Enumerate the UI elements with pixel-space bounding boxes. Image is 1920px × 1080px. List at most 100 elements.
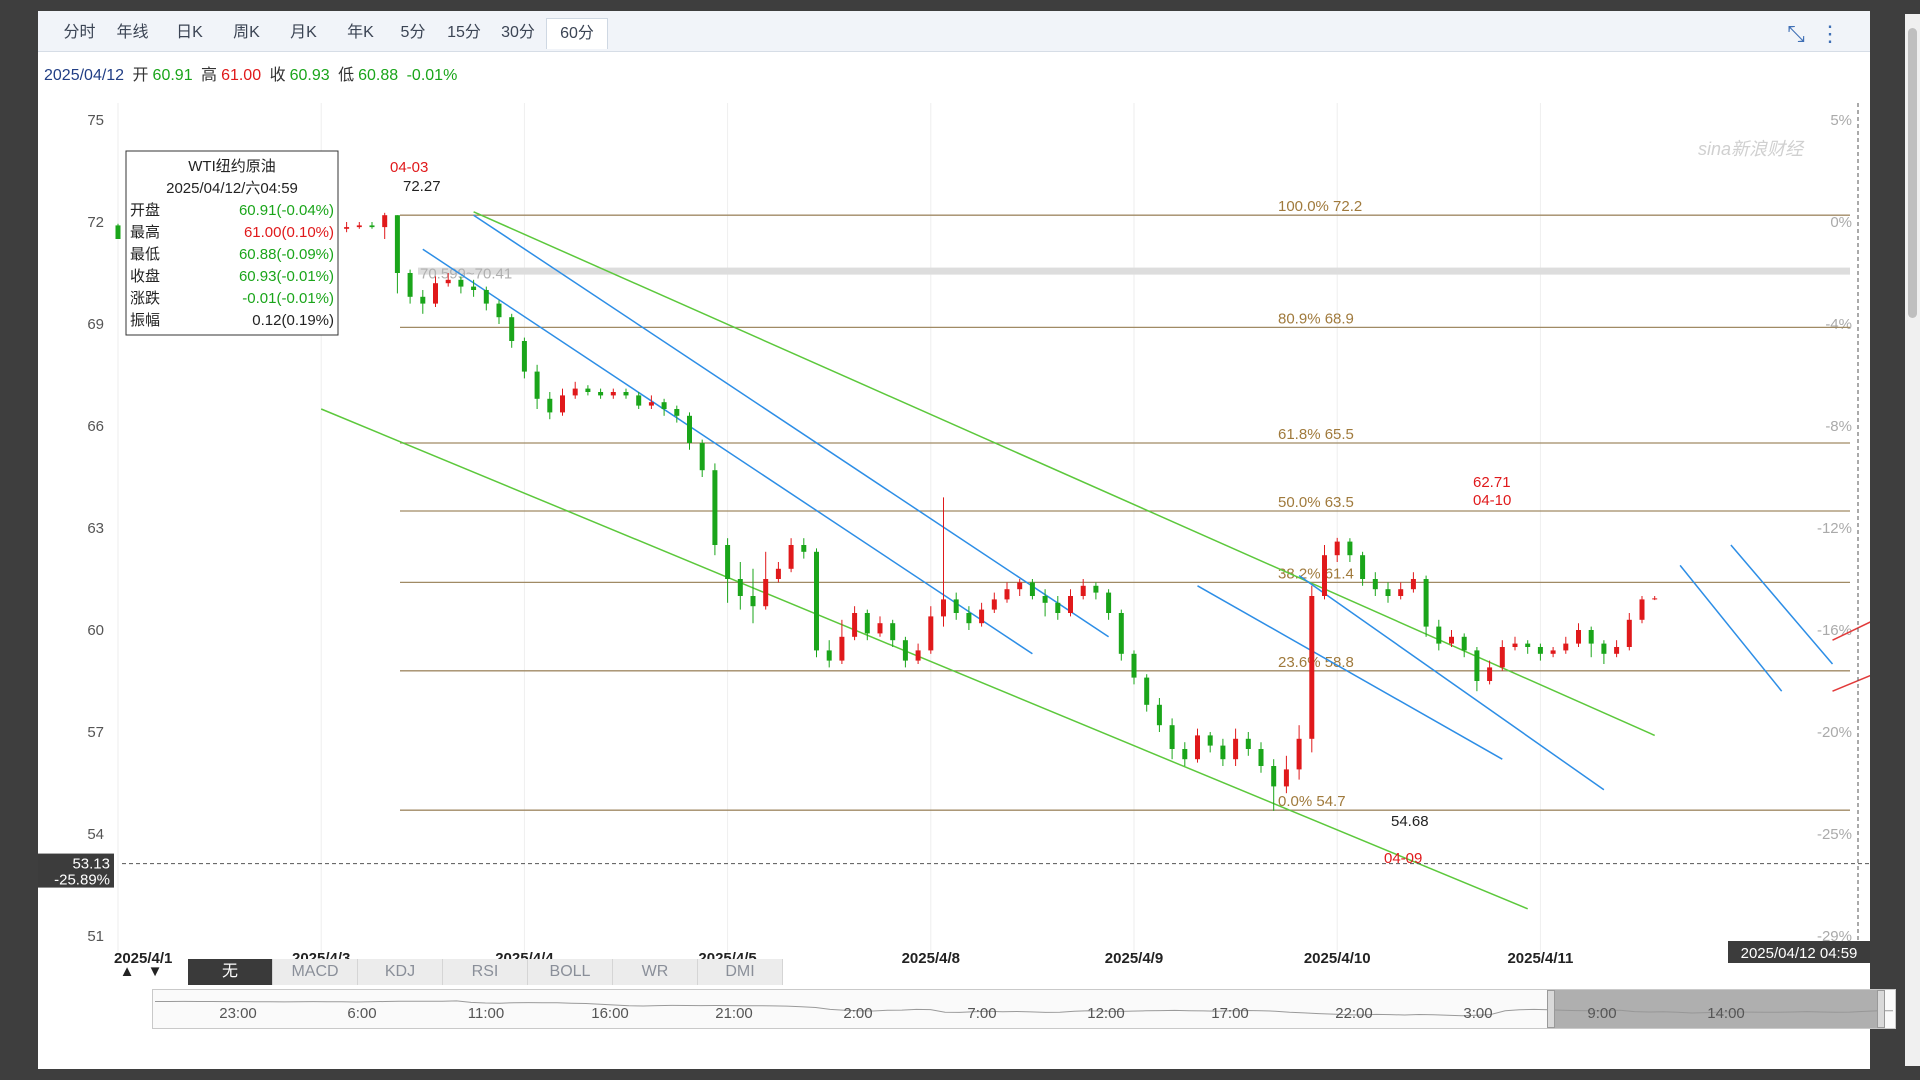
candle-body-95	[1322, 555, 1327, 596]
candle-body-109	[1499, 647, 1505, 668]
candle-body-40	[623, 392, 629, 396]
y-tick-label-8: 51	[87, 928, 104, 945]
candle-body-52	[775, 568, 781, 579]
candle-body-68	[979, 609, 985, 624]
candle-body-36	[572, 388, 578, 396]
right-tick-label-2: -4%	[1825, 316, 1852, 333]
tooltip-row-value-3: 60.93(-0.01%)	[239, 268, 334, 285]
indicator-3[interactable]: RSI	[443, 959, 528, 985]
right-tick-label-5: -16%	[1817, 622, 1852, 639]
right-tick-label-0: 5%	[1830, 112, 1852, 129]
candle-body-20	[369, 225, 375, 228]
candle-body-98	[1360, 555, 1366, 579]
candle-body-43	[661, 402, 667, 409]
candle-body-81	[1144, 677, 1150, 705]
candle-body-92	[1283, 769, 1289, 787]
candle-body-24	[420, 296, 426, 304]
fib-label-3: 50.0% 63.5	[1278, 494, 1354, 511]
candle-body-112	[1537, 647, 1543, 654]
y-tick-label-0: 75	[87, 112, 104, 129]
candle-body-121	[1652, 598, 1658, 600]
candle-body-87	[1220, 745, 1226, 760]
candle-body-46	[699, 443, 705, 471]
chart-panel: 分时 年线 日K 周K 月K 年K 5分 15分 30分 60分 ⤡ ⋮ 2025/04/12 开…	[38, 11, 1896, 1069]
crosshair-price: 53.13	[72, 856, 110, 873]
candle-body-23	[407, 273, 413, 297]
candle-body-42	[648, 402, 654, 406]
time-navigator[interactable]	[152, 989, 1896, 1029]
candle-body-97	[1347, 541, 1353, 556]
right-tick-label-1: 0%	[1830, 214, 1852, 231]
candle-body-108	[1487, 667, 1493, 681]
candle-body-72	[1029, 582, 1035, 596]
navigator-left-handle[interactable]	[1547, 990, 1555, 1028]
candle-body-115	[1576, 630, 1581, 644]
candle-body-96	[1334, 541, 1340, 556]
indicator-0[interactable]: 无	[188, 959, 273, 985]
candle-body-106	[1461, 636, 1467, 651]
x-tick-label-7: 2025/4/11	[1507, 950, 1573, 967]
candle-body-89	[1245, 738, 1251, 749]
candle-body-34	[547, 398, 553, 413]
tooltip-row-value-2: 60.88(-0.09%)	[239, 246, 334, 263]
candle-body-105	[1449, 636, 1454, 644]
candle-body-62	[902, 640, 908, 661]
candle-body-110	[1512, 643, 1518, 647]
candle-body-79	[1118, 613, 1124, 654]
candle-body-69	[991, 599, 997, 610]
candle-body-21	[382, 215, 388, 228]
navigator-label-9: 22:00	[1335, 1005, 1373, 1022]
navigator-label-11: 9:00	[1587, 1005, 1617, 1022]
candle-body-61	[890, 623, 896, 641]
tooltip-row-label-5: 振幅	[130, 312, 160, 329]
candle-body-33	[534, 371, 540, 399]
candle-body-54	[801, 545, 807, 552]
right-tick-label-7: -25%	[1817, 826, 1852, 843]
x-tick-label-5: 2025/4/9	[1105, 950, 1163, 967]
scrollbar-thumb[interactable]	[1908, 28, 1917, 318]
navigator-label-12: 14:00	[1707, 1005, 1745, 1022]
candle-body-57	[839, 636, 845, 661]
fib-label-6: 0.0% 54.7	[1278, 793, 1346, 810]
tooltip-row-value-0: 60.91(-0.04%)	[239, 202, 334, 219]
candle-body-84	[1182, 749, 1188, 760]
y-tick-label-4: 63	[87, 520, 104, 537]
right-tick-label-6: -20%	[1817, 724, 1852, 741]
candle-body-48	[725, 545, 731, 579]
indicator-5[interactable]: WR	[613, 959, 698, 985]
candle-body-63	[915, 650, 921, 661]
price-chart[interactable]: 75 72 69 66 63 60 57 54 51 5% 0% -4% -8% -12% -16% -20%…	[38, 11, 1870, 1069]
candle-body-116	[1588, 630, 1594, 644]
candle-body-117	[1601, 643, 1607, 654]
candle-body-0	[115, 225, 121, 239]
candle-body-71	[1017, 582, 1023, 590]
candle-body-19	[356, 225, 362, 228]
indicator-2[interactable]: KDJ	[358, 959, 443, 985]
indicator-up-arrow[interactable]: ▲	[114, 959, 140, 985]
indicator-1[interactable]: MACD	[273, 959, 358, 985]
candle-body-66	[953, 599, 959, 613]
indicator-4[interactable]: BOLL	[528, 959, 613, 985]
navigator-right-handle[interactable]	[1877, 990, 1885, 1028]
candle-body-91	[1271, 766, 1277, 787]
candle-body-31	[509, 317, 515, 341]
highlight-band	[418, 267, 1850, 275]
candle-body-73	[1042, 596, 1048, 603]
candle-body-32	[521, 341, 527, 372]
candle-body-70	[1004, 589, 1010, 600]
page-scrollbar[interactable]	[1905, 14, 1920, 1066]
annotation-high-date: 04-03	[390, 159, 428, 176]
navigator-label-0: 23:00	[219, 1005, 257, 1022]
candle-body-76	[1080, 585, 1086, 596]
y-tick-label-3: 66	[87, 418, 104, 435]
fib-label-1: 80.9% 68.9	[1278, 310, 1354, 327]
fib-label-2: 61.8% 65.5	[1278, 426, 1354, 443]
candle-body-35	[560, 395, 565, 413]
candle-body-60	[877, 623, 883, 634]
candle-body-64	[928, 616, 934, 651]
tooltip-row-label-4: 涨跌	[130, 290, 160, 307]
indicator-6[interactable]: DMI	[698, 959, 783, 985]
indicator-down-arrow[interactable]: ▼	[142, 959, 168, 985]
candle-body-90	[1258, 749, 1264, 766]
crosshair-pct: -25.89%	[54, 872, 110, 889]
